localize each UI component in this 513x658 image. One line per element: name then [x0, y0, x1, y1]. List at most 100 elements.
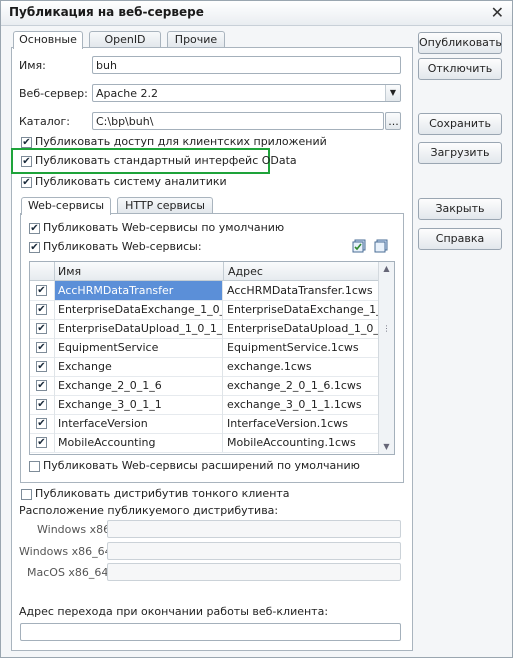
tab-web-services[interactable]: Web-сервисы — [21, 197, 111, 215]
service-address-cell[interactable]: exchange.1cws — [224, 357, 378, 376]
table-row[interactable]: ✔ EquipmentService EquipmentService.1cws — [30, 338, 378, 358]
publish-dialog: Публикация на веб-сервере ✕ Основные Ope… — [0, 0, 513, 658]
odata-label: Публиковать стандартный интерфейс OData — [35, 154, 297, 167]
ws-default-checkbox[interactable]: ✔ — [29, 223, 40, 234]
row-check-cell: ✔ — [30, 376, 55, 395]
service-name-cell[interactable]: Exchange_2_0_1_6 — [55, 376, 223, 395]
mac-label: MacOS x86_64: — [27, 566, 113, 579]
service-name-cell[interactable]: EnterpriseDataExchange_1_0_1... — [55, 300, 223, 319]
row-checkbox[interactable]: ✔ — [36, 399, 47, 410]
title-bar: Публикация на веб-сервере ✕ — [1, 1, 512, 26]
service-name-cell[interactable]: AccHRMDataTransfer — [55, 281, 223, 300]
service-address-cell[interactable]: exchange_2_0_1_6.1cws — [224, 376, 378, 395]
client-access-checkbox[interactable]: ✔ — [21, 137, 32, 148]
browse-button[interactable]: ... — [385, 112, 401, 130]
tab-openid[interactable]: OpenID — [89, 31, 161, 48]
mac-field[interactable] — [107, 563, 401, 581]
row-checkbox[interactable]: ✔ — [36, 437, 47, 448]
row-checkbox[interactable]: ✔ — [36, 361, 47, 372]
service-name-cell[interactable]: InterfaceVersion — [55, 414, 223, 433]
row-check-cell: ✔ — [30, 281, 55, 300]
publish-button[interactable]: Опубликовать — [418, 32, 502, 54]
row-check-cell: ✔ — [30, 433, 55, 452]
redirect-field[interactable] — [20, 623, 401, 641]
name-label: Имя: — [19, 59, 46, 72]
row-checkbox[interactable]: ✔ — [36, 380, 47, 391]
load-button[interactable]: Загрузить — [418, 142, 502, 164]
row-checkbox[interactable]: ✔ — [36, 342, 47, 353]
service-address-cell[interactable]: EnterpriseDataExchange_1_... — [224, 300, 378, 319]
webserver-value: Apache 2.2 — [96, 87, 159, 100]
client-access-label: Публиковать доступ для клиентских прилож… — [35, 135, 327, 148]
service-name-cell[interactable]: MobileAccounting — [55, 433, 223, 452]
catalog-label: Каталог: — [19, 115, 70, 128]
uncheck-all-icon[interactable] — [374, 239, 388, 253]
ws-extensions-label: Публиковать Web-сервисы расширений по ум… — [43, 459, 360, 472]
win64-field[interactable] — [107, 542, 401, 560]
analytics-label: Публиковать систему аналитики — [35, 175, 227, 188]
table-row[interactable]: ✔ Exchange exchange.1cws — [30, 357, 378, 377]
table-row[interactable]: ✔ EnterpriseDataUpload_1_0_1_1 EnterpriseD… — [30, 319, 378, 339]
help-button[interactable]: Справка — [418, 228, 502, 250]
service-address-cell[interactable]: EnterpriseDataUpload_1_0_1... — [224, 319, 378, 338]
tab-other[interactable]: Прочие — [167, 31, 225, 48]
table-row[interactable]: ✔ AccHRMDataTransfer AccHRMDataTransfer.1c… — [30, 281, 378, 301]
row-check-cell: ✔ — [30, 357, 55, 376]
row-checkbox[interactable]: ✔ — [36, 285, 47, 296]
table-row[interactable]: ✔ MobileAccounting MobileAccounting.1cws — [30, 433, 378, 453]
win86-label: Windows x86: — [37, 523, 114, 536]
service-name-cell[interactable]: EnterpriseDataUpload_1_0_1_1 — [55, 319, 223, 338]
web-services-table[interactable]: Имя Адрес ✔ AccHRMDataTransfer AccHRMDataT… — [29, 261, 395, 455]
webserver-label: Веб-сервер: — [19, 87, 88, 100]
row-check-cell: ✔ — [30, 319, 55, 338]
service-address-cell[interactable]: EquipmentService.1cws — [224, 338, 378, 357]
win86-field[interactable] — [107, 520, 401, 538]
disable-button[interactable]: Отключить — [418, 58, 502, 80]
ws-publish-label: Публиковать Web-сервисы: — [43, 240, 202, 253]
service-name-cell[interactable]: EquipmentService — [55, 338, 223, 357]
thin-client-checkbox[interactable] — [21, 489, 32, 500]
service-address-cell[interactable]: exchange_3_0_1_1.1cws — [224, 395, 378, 414]
ws-publish-checkbox[interactable]: ✔ — [29, 242, 40, 253]
scroll-down-icon[interactable]: ▼ — [379, 440, 394, 454]
scroll-thumb[interactable]: ⋮ — [379, 323, 394, 335]
tab-http-services[interactable]: HTTP сервисы — [117, 197, 213, 214]
tab-main[interactable]: Основные — [13, 31, 83, 49]
odata-checkbox[interactable]: ✔ — [21, 156, 32, 167]
row-checkbox[interactable]: ✔ — [36, 323, 47, 334]
table-row[interactable]: ✔ InterfaceVersion InterfaceVersion.1cws — [30, 414, 378, 434]
table-scrollbar[interactable]: ▲ ⋮ ▼ — [378, 262, 394, 454]
row-check-cell: ✔ — [30, 338, 55, 357]
catalog-field[interactable]: C:\bp\buh\ — [92, 112, 384, 130]
row-checkbox[interactable]: ✔ — [36, 304, 47, 315]
name-field[interactable]: buh — [92, 56, 401, 74]
service-name-cell[interactable]: Exchange_3_0_1_1 — [55, 395, 223, 414]
service-name-cell[interactable]: Exchange — [55, 357, 223, 376]
distrib-location-label: Расположение публикуемого дистрибутива: — [19, 504, 279, 517]
table-row[interactable]: ✔ Exchange_3_0_1_1 exchange_3_0_1_1.1cws — [30, 395, 378, 415]
column-name-header[interactable]: Имя — [58, 265, 81, 278]
row-check-cell: ✔ — [30, 414, 55, 433]
column-address-header[interactable]: Адрес — [228, 265, 263, 278]
scroll-up-icon[interactable]: ▲ — [379, 262, 394, 276]
table-row[interactable]: ✔ EnterpriseDataExchange_1_0_1...Enterpri… — [30, 300, 378, 320]
redirect-label: Адрес перехода при окончании работы веб-… — [19, 605, 329, 618]
service-address-cell[interactable]: MobileAccounting.1cws — [224, 433, 378, 452]
table-row[interactable]: ✔ Exchange_2_0_1_6 exchange_2_0_1_6.1cws — [30, 376, 378, 396]
ws-extensions-checkbox[interactable] — [29, 461, 40, 472]
check-all-icon[interactable] — [352, 239, 366, 253]
window-title: Публикация на веб-сервере — [9, 5, 204, 19]
close-button[interactable]: Закрыть — [418, 198, 502, 220]
row-check-cell: ✔ — [30, 395, 55, 414]
save-button[interactable]: Сохранить — [418, 113, 502, 135]
service-address-cell[interactable]: AccHRMDataTransfer.1cws — [224, 281, 378, 300]
row-check-cell: ✔ — [30, 300, 55, 319]
webserver-select[interactable]: Apache 2.2 ▼ — [92, 84, 401, 102]
win64-label: Windows x86_64: — [19, 545, 116, 558]
row-checkbox[interactable]: ✔ — [36, 418, 47, 429]
close-icon[interactable]: ✕ — [491, 3, 504, 22]
service-address-cell[interactable]: InterfaceVersion.1cws — [224, 414, 378, 433]
ws-default-label: Публиковать Web-сервисы по умолчанию — [43, 221, 285, 234]
chevron-down-icon[interactable]: ▼ — [385, 85, 400, 101]
analytics-checkbox[interactable]: ✔ — [21, 177, 32, 188]
